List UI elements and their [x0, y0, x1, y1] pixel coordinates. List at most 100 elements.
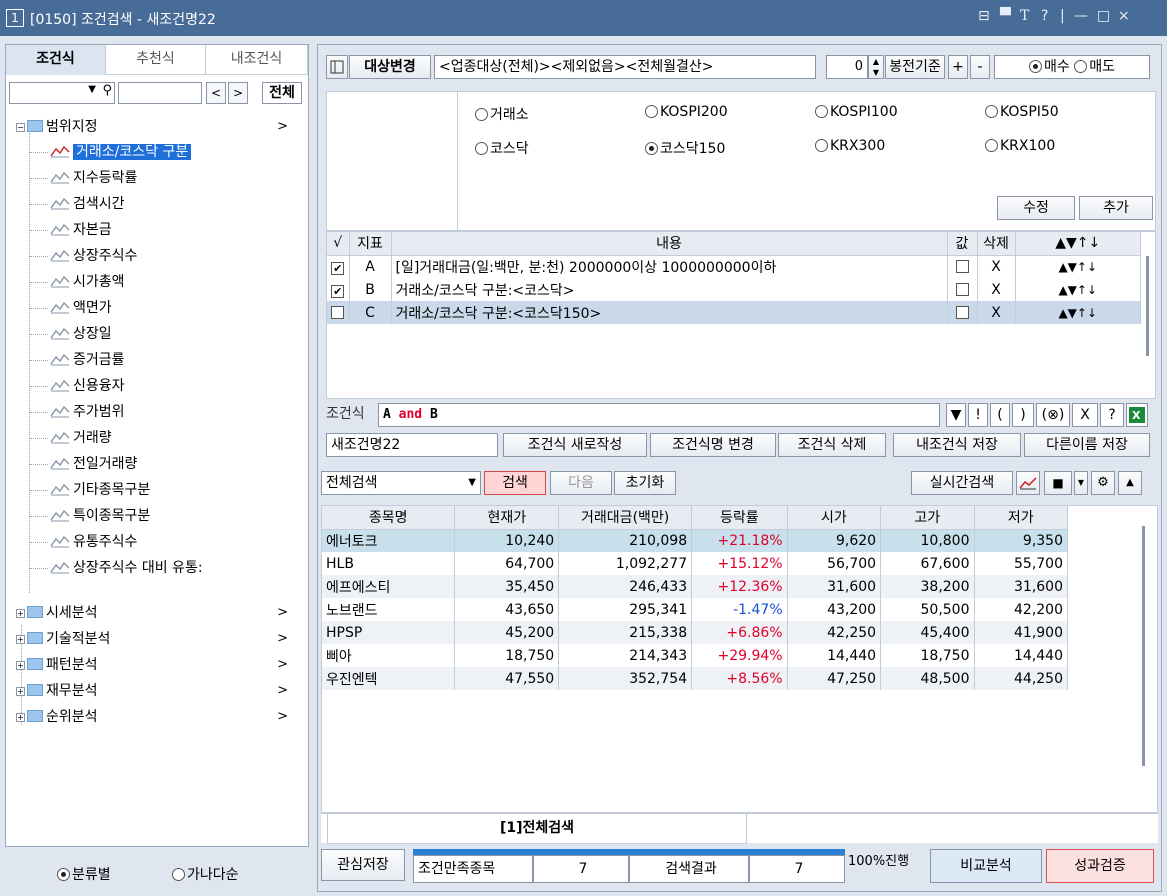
delete-condition[interactable]: X	[977, 278, 1016, 301]
reset-button[interactable]: 초기화	[614, 471, 676, 495]
condition-checkbox[interactable]	[331, 305, 345, 319]
tree-item[interactable]: 상장일	[30, 323, 308, 345]
tree-root[interactable]: − 범위지정 >	[16, 116, 306, 138]
order-controls[interactable]: ▲▼↑↓	[1015, 301, 1141, 324]
delete-condition[interactable]: X	[977, 255, 1016, 278]
tree-item[interactable]: 지수등락률	[30, 167, 308, 189]
result-col-header[interactable]: 등락률	[691, 506, 788, 530]
prev-button[interactable]: <	[206, 82, 226, 104]
tree-folder[interactable]: + 시세분석 >	[16, 602, 306, 624]
collapse-icon[interactable]: −	[16, 123, 25, 132]
tree-item[interactable]: 자본금	[30, 219, 308, 241]
result-col-header[interactable]: 시가	[787, 506, 882, 530]
watch-save-button[interactable]: 관심저장	[321, 849, 405, 881]
expand-icon[interactable]: +	[16, 635, 25, 644]
search-input[interactable]	[118, 82, 202, 104]
save-condition-button[interactable]: 내조건식 저장	[893, 433, 1021, 457]
compare-button[interactable]: 비교분석	[930, 849, 1042, 883]
delete-condition-button[interactable]: 조건식 삭제	[778, 433, 886, 457]
pin-icon[interactable]: ▀	[1000, 8, 1011, 24]
formula-button[interactable]: X	[1072, 403, 1098, 427]
expand-icon[interactable]: +	[16, 713, 25, 722]
tree-folder[interactable]: + 재무분석 >	[16, 680, 306, 702]
tree-item[interactable]: 신용융자	[30, 375, 308, 397]
chevron-down-icon[interactable]: ▼	[1074, 471, 1088, 495]
value-checkbox[interactable]	[955, 259, 969, 273]
value-checkbox[interactable]	[955, 282, 969, 296]
tab-recommend[interactable]: 추천식	[106, 45, 206, 75]
tree-item[interactable]: 유통주식수	[30, 531, 308, 553]
target-change-button[interactable]: 대상변경	[349, 55, 431, 79]
formula-button[interactable]: (	[990, 403, 1010, 427]
next-button[interactable]: >	[228, 82, 248, 104]
tab-my-condition[interactable]: 내조건식	[206, 45, 308, 75]
sell-radio[interactable]: 매도	[1074, 59, 1115, 75]
condition-checkbox[interactable]: ✔	[331, 285, 345, 298]
chart-icon[interactable]	[1016, 471, 1040, 495]
new-condition-button[interactable]: 조건식 새로작성	[503, 433, 647, 457]
search-scope-select[interactable]: 전체검색 ▼	[321, 471, 481, 495]
expand-icon[interactable]: +	[16, 661, 25, 670]
result-col-header[interactable]: 현재가	[454, 506, 560, 530]
tree-item[interactable]: 특이종목구분	[30, 505, 308, 527]
delete-condition[interactable]: X	[977, 301, 1016, 324]
tab-result-all[interactable]: [1]전체검색	[327, 814, 747, 844]
result-row[interactable]: 삐아 18,750 214,343 +29.94% 14,440 18,750 14,440	[322, 644, 1068, 667]
tab-condition[interactable]: 조건식	[6, 45, 106, 75]
tree-item[interactable]: 기타종목구분	[30, 479, 308, 501]
buy-radio[interactable]: 매수	[1029, 59, 1070, 75]
value-checkbox[interactable]	[955, 305, 969, 319]
formula-button[interactable]: ?	[1100, 403, 1124, 427]
maximize-icon[interactable]: □	[1097, 8, 1110, 24]
condition-checkbox[interactable]: ✔	[331, 262, 345, 276]
formula-button[interactable]: ▼	[946, 403, 966, 427]
list-view-icon[interactable]: ■	[1044, 471, 1072, 495]
performance-button[interactable]: 성과검증	[1046, 849, 1154, 883]
tree-folder[interactable]: + 기술적분석 >	[16, 628, 306, 650]
market-radio[interactable]: 거래소	[475, 104, 529, 124]
tree-item[interactable]: 시가총액	[30, 271, 308, 293]
tree-item[interactable]: 상장주식수 대비 유통:	[30, 557, 308, 579]
tree-item[interactable]: 거래소/코스닥 구분	[30, 141, 308, 163]
sort-by-category[interactable]: 분류별	[57, 864, 111, 884]
sort-by-alpha[interactable]: 가나다순	[172, 864, 239, 884]
formula-button[interactable]: !	[968, 403, 988, 427]
minus-button[interactable]: -	[970, 55, 990, 79]
search-icon[interactable]: ⚲	[102, 83, 112, 98]
collapse-up-icon[interactable]: ▲	[1118, 471, 1142, 495]
market-radio[interactable]: KOSPI200	[645, 104, 728, 120]
candle-stepper[interactable]: ▲ ▼	[868, 55, 884, 79]
result-col-header[interactable]: 저가	[974, 506, 1068, 530]
settings-icon[interactable]: ⚙	[1091, 471, 1115, 495]
help-icon[interactable]: ?	[1041, 8, 1048, 24]
market-radio[interactable]: KRX100	[985, 138, 1055, 154]
tree-item[interactable]: 상장주식수	[30, 245, 308, 267]
condition-row[interactable]: C 거래소/코스닥 구분:<코스닥150> X ▲▼↑↓	[327, 301, 1141, 324]
formula-button[interactable]: )	[1012, 403, 1034, 427]
rename-condition-button[interactable]: 조건식명 변경	[650, 433, 776, 457]
result-row[interactable]: 노브랜드 43,650 295,341 -1.47% 43,200 50,500 42,20…	[322, 598, 1068, 621]
filter-select[interactable]: ▼ ⚲	[9, 82, 115, 104]
candle-value-input[interactable]: 0	[826, 55, 868, 79]
tree-folder[interactable]: + 패턴분석 >	[16, 654, 306, 676]
tree-folder[interactable]: + 순위분석 >	[16, 706, 306, 728]
tree-item[interactable]: 검색시간	[30, 193, 308, 215]
tree-item[interactable]: 거래량	[30, 427, 308, 449]
tree-item[interactable]: 주가범위	[30, 401, 308, 423]
realtime-search-button[interactable]: 실시간검색	[911, 471, 1013, 495]
result-col-header[interactable]: 종목명	[322, 506, 456, 530]
modify-button[interactable]: 수정	[997, 196, 1075, 220]
expand-icon[interactable]: +	[16, 609, 25, 618]
search-button[interactable]: 검색	[484, 471, 546, 495]
font-icon[interactable]: T	[1020, 8, 1029, 24]
tree-item[interactable]: 증거금률	[30, 349, 308, 371]
add-button[interactable]: 추가	[1079, 196, 1153, 220]
excel-icon[interactable]: X	[1126, 403, 1148, 427]
result-row[interactable]: 에프에스티 35,450 246,433 +12.36% 31,600 38,200 31,…	[322, 575, 1068, 598]
next-search-button[interactable]: 다음	[550, 471, 612, 495]
result-col-header[interactable]: 고가	[880, 506, 975, 530]
tree-item[interactable]: 전일거래량	[30, 453, 308, 475]
market-radio[interactable]: 코스닥150	[645, 138, 725, 158]
market-radio[interactable]: KRX300	[815, 138, 885, 154]
tree-item[interactable]: 액면가	[30, 297, 308, 319]
